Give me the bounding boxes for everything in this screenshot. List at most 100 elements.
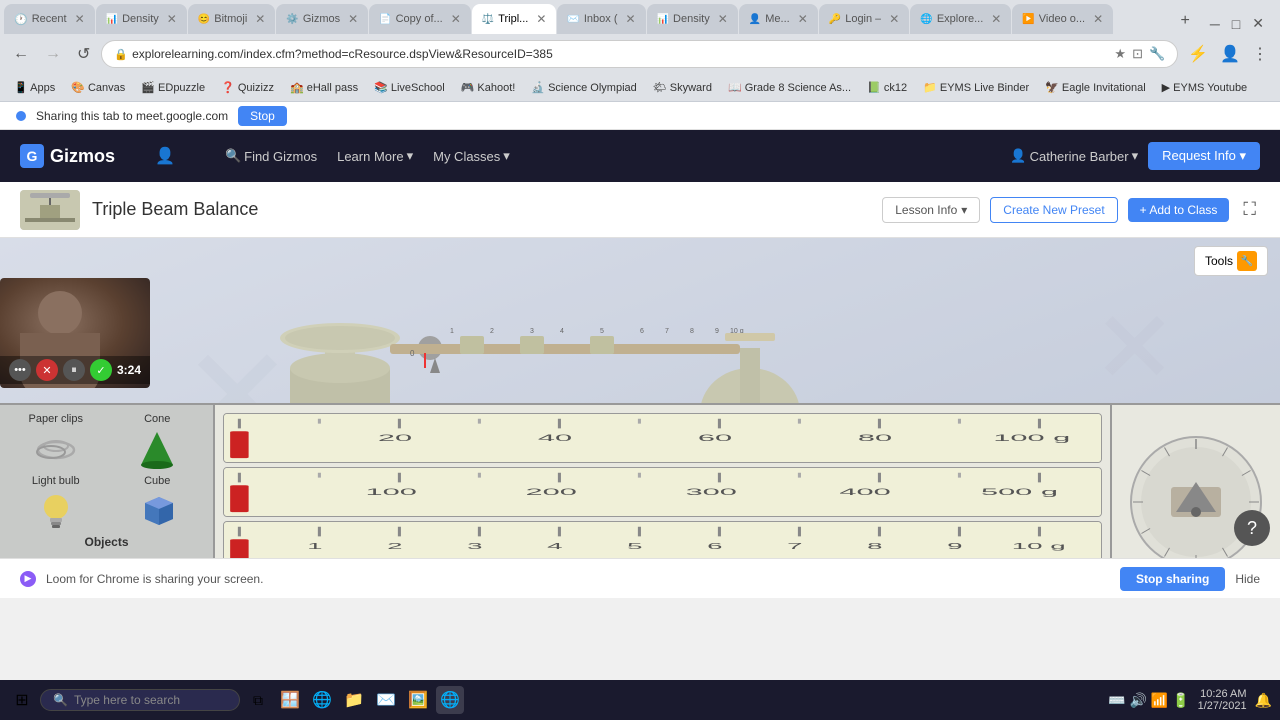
tab-inbox[interactable]: ✉️ Inbox ( ✕ [557, 4, 645, 34]
chevron-down-icon: ▾ [961, 203, 967, 217]
cast-icon[interactable]: ⊡ [1132, 46, 1143, 62]
svg-text:4: 4 [547, 541, 562, 551]
taskbar-icon-explorer[interactable]: 📁 [340, 686, 368, 714]
refresh-button[interactable]: ↺ [72, 42, 95, 66]
extensions-button[interactable]: ⚡ [1184, 42, 1212, 66]
tab-close-icon[interactable]: ✕ [718, 12, 728, 26]
bookmark-youtube[interactable]: ▶ EYMS Youtube [1156, 79, 1254, 96]
object-lightbulb[interactable]: Light bulb [8, 475, 104, 531]
tab-density[interactable]: 📊 Density ✕ [96, 4, 187, 34]
minimize-button[interactable]: ─ [1206, 14, 1224, 34]
ruler-500g[interactable]: 0 100 200 300 400 500 g [223, 467, 1102, 517]
bookmark-ck12[interactable]: 📗 ck12 [861, 79, 913, 96]
add-to-class-button[interactable]: + Add to Class [1128, 198, 1230, 222]
tab-explore[interactable]: 🌐 Explore... ✕ [910, 4, 1011, 34]
webcam-accept-button[interactable]: ✓ [90, 359, 112, 381]
user-profile-link[interactable]: 👤 Catherine Barber ▾ [1010, 148, 1138, 164]
tab-triple-beam[interactable]: ⚖️ Tripl... ✕ [472, 4, 557, 34]
webcam-more-button[interactable]: ••• [9, 359, 31, 381]
tab-density2[interactable]: 📊 Density ✕ [647, 4, 738, 34]
tab-me[interactable]: 👤 Me... ✕ [739, 4, 818, 34]
hide-button[interactable]: Hide [1235, 572, 1260, 586]
bookmark-skyward[interactable]: 🌤 Skyward [647, 79, 718, 96]
settings-button[interactable]: ⋮ [1248, 42, 1272, 66]
bookmark-quizizz[interactable]: ❓ Quizizz [215, 79, 280, 96]
svg-text:3: 3 [467, 541, 482, 551]
tab-close-icon[interactable]: ✕ [255, 12, 265, 26]
bookmark-liveschool[interactable]: 📚 LiveSchool [368, 79, 451, 96]
tab-favicon-inbox: ✉️ [567, 14, 579, 25]
find-gizmos-link[interactable]: 🔍 Find Gizmos [225, 148, 317, 164]
tab-close-icon[interactable]: ✕ [626, 12, 636, 26]
tab-close-icon[interactable]: ✕ [536, 12, 546, 26]
tab-recent[interactable]: 🕐 Recent ✕ [4, 4, 95, 34]
create-new-preset-button[interactable]: Create New Preset [990, 197, 1117, 223]
svg-text:1: 1 [450, 328, 454, 335]
stop-sharing-tab-button[interactable]: Stop [238, 106, 287, 126]
tab-bitmoji[interactable]: 😊 Bitmoji ✕ [188, 4, 276, 34]
back-button[interactable]: ← [8, 43, 34, 65]
fullscreen-button[interactable]: ⛶ [1239, 195, 1260, 224]
taskbar-icon-mail[interactable]: ✉️ [372, 686, 400, 714]
svg-text:7: 7 [665, 328, 669, 335]
tab-close-icon[interactable]: ✕ [798, 12, 808, 26]
close-button[interactable]: ✕ [1248, 13, 1268, 34]
tab-gizmos[interactable]: ⚙️ Gizmos ✕ [276, 4, 368, 34]
bookmark-kahoot[interactable]: 🎮 Kahoot! [455, 79, 522, 96]
bookmark-edpuzzle[interactable]: 🎬 EDpuzzle [135, 79, 211, 96]
tab-close-icon[interactable]: ✕ [889, 12, 899, 26]
bookmark-science[interactable]: 🔬 Science Olympiad [525, 79, 642, 96]
bookmark-ehall[interactable]: 🏫 eHall pass [284, 79, 364, 96]
sharing-indicator [16, 111, 26, 121]
tab-login[interactable]: 🔑 Login – ✕ [819, 4, 910, 34]
start-button[interactable]: ⊞ [8, 686, 36, 714]
forward-button[interactable]: → [40, 43, 66, 65]
taskbar-icon-chrome[interactable]: 🌐 [436, 686, 464, 714]
tab-copy[interactable]: 📄 Copy of... ✕ [369, 4, 471, 34]
address-bar[interactable]: 🔒 explorelearning.com/index.cfm?method=c… [101, 40, 1178, 68]
tab-close-icon[interactable]: ✕ [1093, 12, 1103, 26]
ext-icon[interactable]: 🔧 [1149, 46, 1165, 62]
tools-button[interactable]: Tools 🔧 [1194, 246, 1268, 276]
task-view-button[interactable]: ⧉ [244, 686, 272, 714]
tab-close-icon[interactable]: ✕ [75, 12, 85, 26]
bookmark-grade8[interactable]: 📖 Grade 8 Science As... [722, 79, 857, 96]
taskbar-icon-edge[interactable]: 🌐 [308, 686, 336, 714]
stop-sharing-button[interactable]: Stop sharing [1120, 567, 1225, 591]
taskbar-search[interactable]: 🔍 Type here to search [40, 689, 240, 711]
svg-text:6: 6 [640, 328, 644, 335]
tab-close-icon[interactable]: ✕ [991, 12, 1001, 26]
question-mark-icon: ? [1247, 518, 1257, 539]
new-tab-button[interactable]: + [1173, 8, 1198, 34]
object-cone[interactable]: Cone [110, 413, 206, 469]
bookmark-canvas[interactable]: 🎨 Canvas [65, 79, 131, 96]
taskbar-icon-photo[interactable]: 🖼️ [404, 686, 432, 714]
bookmark-eagle[interactable]: 🦅 Eagle Invitational [1039, 79, 1152, 96]
object-cube[interactable]: Cube [110, 475, 206, 531]
bookmark-apps[interactable]: 📱 Apps [8, 79, 61, 96]
lesson-info-button[interactable]: Lesson Info ▾ [882, 197, 980, 223]
ruler-100g[interactable]: 0 20 40 60 80 100 g [223, 413, 1102, 463]
tab-video[interactable]: ▶️ Video o... ✕ [1012, 4, 1113, 34]
profile-button[interactable]: 👤 [1216, 42, 1244, 66]
tab-close-icon[interactable]: ✕ [167, 12, 177, 26]
request-info-button[interactable]: Request Info ▾ [1148, 142, 1260, 170]
taskbar-icon-windows[interactable]: 🪟 [276, 686, 304, 714]
webcam-end-button[interactable]: ✕ [36, 359, 58, 381]
bookmark-eyms[interactable]: 📁 EYMS Live Binder [917, 79, 1035, 96]
object-paperclips[interactable]: Paper clips [8, 413, 104, 469]
object-name-lightbulb: Light bulb [32, 475, 80, 487]
tab-close-icon[interactable]: ✕ [348, 12, 358, 26]
help-button[interactable]: ? [1234, 510, 1270, 546]
star-icon[interactable]: ★ [1114, 46, 1126, 62]
maximize-button[interactable]: □ [1228, 14, 1244, 34]
learn-more-link[interactable]: Learn More ▾ [337, 148, 413, 164]
site-logo[interactable]: G Gizmos [20, 144, 115, 168]
site-navigation: G Gizmos 👤 🔍 Find Gizmos Learn More ▾ My… [0, 130, 1280, 182]
svg-text:4: 4 [560, 328, 564, 335]
svg-text:20: 20 [378, 432, 412, 443]
tab-close-icon[interactable]: ✕ [451, 12, 461, 26]
my-classes-link[interactable]: My Classes ▾ [433, 148, 510, 164]
webcam-pause-button[interactable]: ⏸ [63, 359, 85, 381]
notifications-icon[interactable]: 🔔 [1255, 692, 1272, 709]
